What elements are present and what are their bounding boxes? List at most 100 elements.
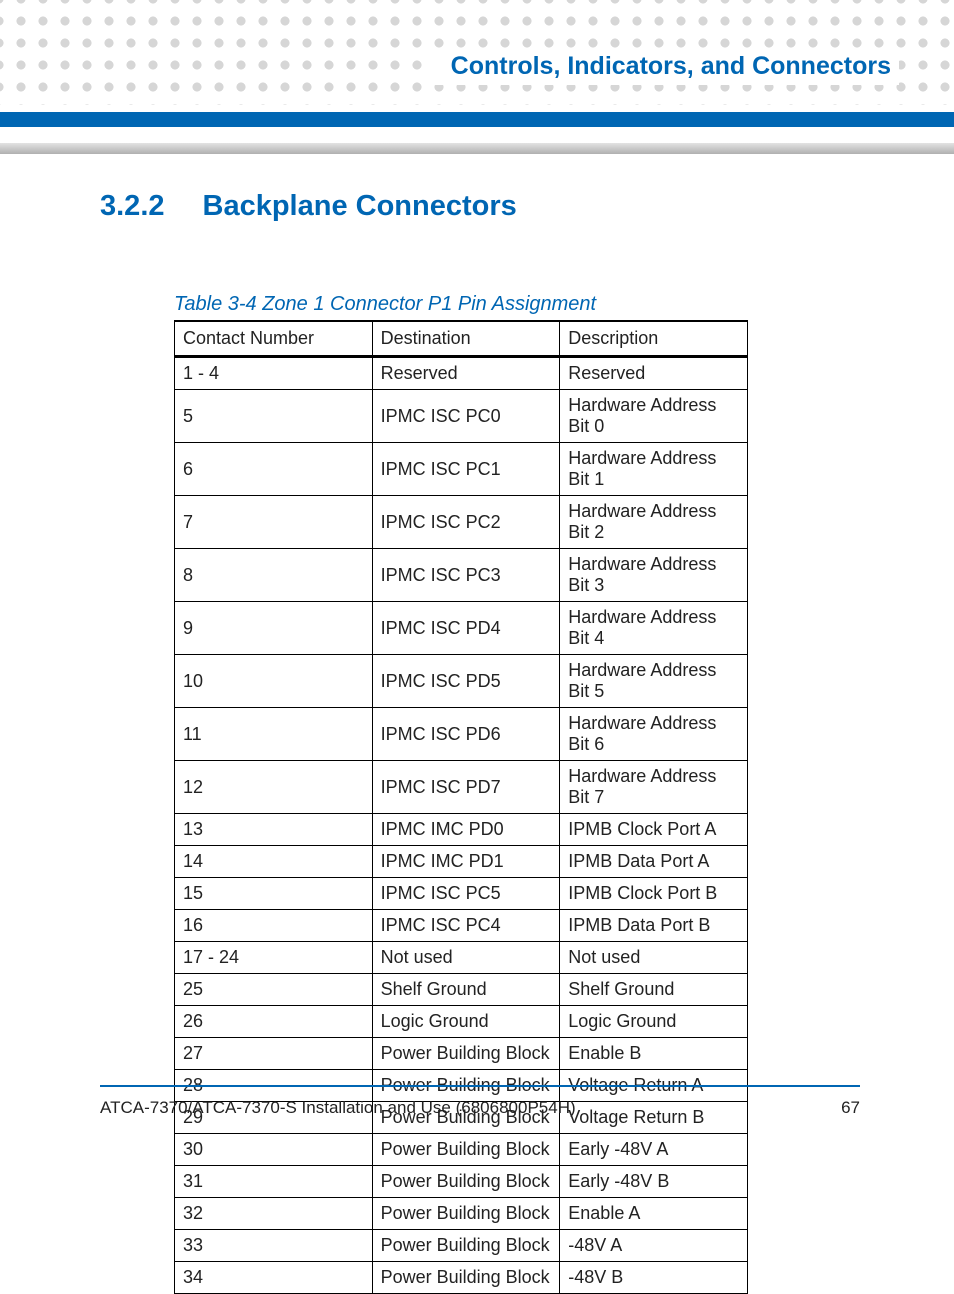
- table-row: 26Logic GroundLogic Ground: [175, 1006, 748, 1038]
- table-cell: Power Building Block: [372, 1134, 560, 1166]
- table-row: 9IPMC ISC PD4Hardware Address Bit 4: [175, 602, 748, 655]
- table-cell: 8: [175, 549, 373, 602]
- table-cell: Shelf Ground: [372, 974, 560, 1006]
- section-number: 3.2.2: [100, 190, 165, 222]
- table-cell: IPMC ISC PC5: [372, 878, 560, 910]
- table-row: 12IPMC ISC PD7Hardware Address Bit 7: [175, 761, 748, 814]
- table-cell: Enable B: [560, 1038, 748, 1070]
- col-contact-number: Contact Number: [175, 321, 373, 357]
- page-content: 3.2.2Backplane Connectors Table 3-4 Zone…: [100, 190, 860, 1294]
- table-cell: Hardware Address Bit 3: [560, 549, 748, 602]
- table-cell: 12: [175, 761, 373, 814]
- table-cell: 6: [175, 443, 373, 496]
- table-row: 31Power Building BlockEarly -48V B: [175, 1166, 748, 1198]
- table-cell: 11: [175, 708, 373, 761]
- table-cell: IPMC ISC PC4: [372, 910, 560, 942]
- footer-doc-id: ATCA-7370/ATCA-7370-S Installation and U…: [100, 1098, 576, 1118]
- table-cell: 31: [175, 1166, 373, 1198]
- header-title: Controls, Indicators, and Connectors: [451, 52, 891, 80]
- table-cell: IPMC ISC PC2: [372, 496, 560, 549]
- page-footer: ATCA-7370/ATCA-7370-S Installation and U…: [100, 1098, 860, 1118]
- table-cell: IPMC ISC PD4: [372, 602, 560, 655]
- pin-assignment-table: Contact Number Destination Description 1…: [174, 320, 748, 1294]
- table-cell: Hardware Address Bit 7: [560, 761, 748, 814]
- table-cell: Early -48V B: [560, 1166, 748, 1198]
- table-cell: Reserved: [372, 357, 560, 390]
- table-cell: Power Building Block: [372, 1038, 560, 1070]
- table-row: 17 - 24Not usedNot used: [175, 942, 748, 974]
- table-cell: 17 - 24: [175, 942, 373, 974]
- header-title-box: Controls, Indicators, and Connectors: [433, 48, 899, 85]
- table-cell: 26: [175, 1006, 373, 1038]
- table-cell: -48V B: [560, 1262, 748, 1294]
- table-cell: IPMC ISC PC0: [372, 390, 560, 443]
- table-row: 34Power Building Block-48V B: [175, 1262, 748, 1294]
- table-cell: Hardware Address Bit 1: [560, 443, 748, 496]
- table-cell: 15: [175, 878, 373, 910]
- table-cell: Logic Ground: [372, 1006, 560, 1038]
- table-row: 1 - 4ReservedReserved: [175, 357, 748, 390]
- table-row: 16IPMC ISC PC4IPMB Data Port B: [175, 910, 748, 942]
- header-blue-bar: [0, 112, 954, 127]
- header-gray-bar: [0, 143, 954, 154]
- table-row: 13IPMC IMC PD0IPMB Clock Port A: [175, 814, 748, 846]
- table-cell: 33: [175, 1230, 373, 1262]
- table-cell: IPMC ISC PC3: [372, 549, 560, 602]
- table-row: 32Power Building BlockEnable A: [175, 1198, 748, 1230]
- table-cell: Logic Ground: [560, 1006, 748, 1038]
- table-row: 6IPMC ISC PC1Hardware Address Bit 1: [175, 443, 748, 496]
- table-cell: Reserved: [560, 357, 748, 390]
- table-row: 33Power Building Block-48V A: [175, 1230, 748, 1262]
- table-cell: 13: [175, 814, 373, 846]
- table-cell: 9: [175, 602, 373, 655]
- col-destination: Destination: [372, 321, 560, 357]
- table-cell: Early -48V A: [560, 1134, 748, 1166]
- table-cell: IPMB Clock Port A: [560, 814, 748, 846]
- table-cell: IPMC ISC PD6: [372, 708, 560, 761]
- table-cell: IPMC ISC PD5: [372, 655, 560, 708]
- table-row: 25Shelf GroundShelf Ground: [175, 974, 748, 1006]
- footer-rule: [100, 1085, 860, 1087]
- table-cell: Not used: [560, 942, 748, 974]
- table-cell: Hardware Address Bit 4: [560, 602, 748, 655]
- section-heading: 3.2.2Backplane Connectors: [100, 190, 860, 223]
- table-cell: IPMB Clock Port B: [560, 878, 748, 910]
- table-cell: 32: [175, 1198, 373, 1230]
- table-cell: Power Building Block: [372, 1166, 560, 1198]
- table-cell: IPMC IMC PD1: [372, 846, 560, 878]
- col-description: Description: [560, 321, 748, 357]
- table-cell: 14: [175, 846, 373, 878]
- table-cell: IPMB Data Port B: [560, 910, 748, 942]
- table-row: 14IPMC IMC PD1IPMB Data Port A: [175, 846, 748, 878]
- table-cell: 16: [175, 910, 373, 942]
- table-caption: Table 3-4 Zone 1 Connector P1 Pin Assign…: [174, 293, 860, 316]
- table-cell: Shelf Ground: [560, 974, 748, 1006]
- table-row: 5IPMC ISC PC0Hardware Address Bit 0: [175, 390, 748, 443]
- table-cell: Power Building Block: [372, 1230, 560, 1262]
- table-cell: Enable A: [560, 1198, 748, 1230]
- table-row: 8IPMC ISC PC3Hardware Address Bit 3: [175, 549, 748, 602]
- table-cell: IPMC ISC PC1: [372, 443, 560, 496]
- table-cell: Power Building Block: [372, 1262, 560, 1294]
- table-row: 15IPMC ISC PC5IPMB Clock Port B: [175, 878, 748, 910]
- table-cell: 7: [175, 496, 373, 549]
- table-row: 30Power Building BlockEarly -48V A: [175, 1134, 748, 1166]
- table-cell: Hardware Address Bit 2: [560, 496, 748, 549]
- table-cell: IPMC IMC PD0: [372, 814, 560, 846]
- table-cell: IPMB Data Port A: [560, 846, 748, 878]
- table-row: 27Power Building BlockEnable B: [175, 1038, 748, 1070]
- table-cell: Power Building Block: [372, 1198, 560, 1230]
- table-row: 11IPMC ISC PD6Hardware Address Bit 6: [175, 708, 748, 761]
- table-row: 10IPMC ISC PD5Hardware Address Bit 5: [175, 655, 748, 708]
- table-cell: -48V A: [560, 1230, 748, 1262]
- table-header-row: Contact Number Destination Description: [175, 321, 748, 357]
- table-row: 7IPMC ISC PC2Hardware Address Bit 2: [175, 496, 748, 549]
- table-cell: 10: [175, 655, 373, 708]
- table-cell: Hardware Address Bit 5: [560, 655, 748, 708]
- footer-page-number: 67: [841, 1098, 860, 1118]
- table-cell: 1 - 4: [175, 357, 373, 390]
- table-cell: 27: [175, 1038, 373, 1070]
- table-cell: IPMC ISC PD7: [372, 761, 560, 814]
- table-cell: 5: [175, 390, 373, 443]
- table-cell: Not used: [372, 942, 560, 974]
